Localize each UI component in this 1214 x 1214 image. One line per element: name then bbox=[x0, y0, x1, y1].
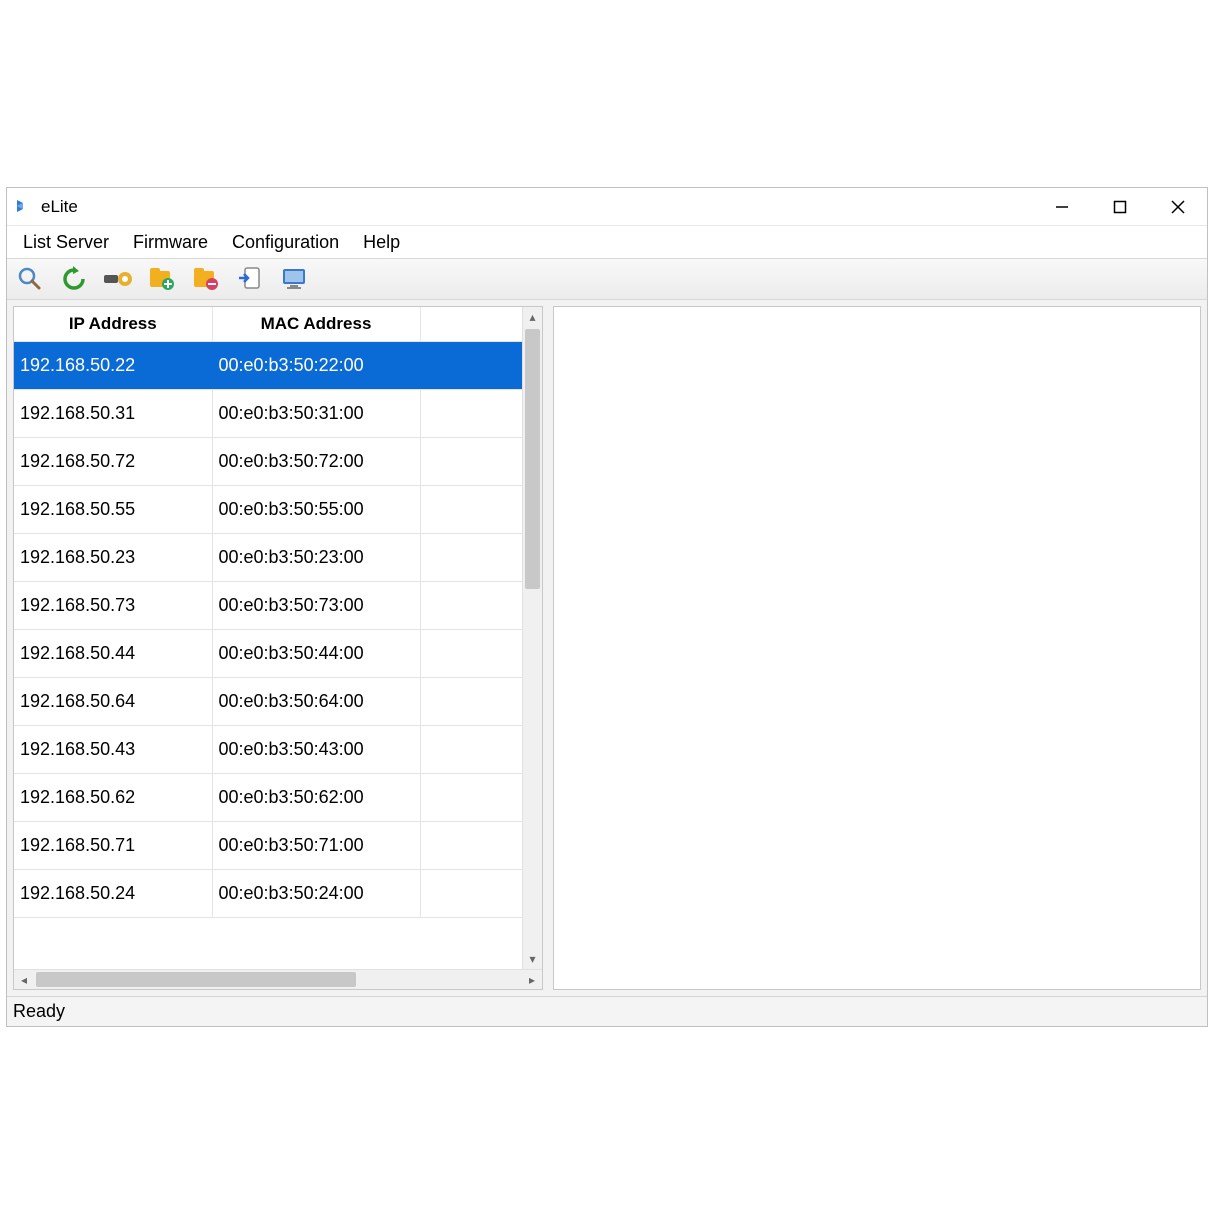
cell-ip: 192.168.50.71 bbox=[14, 821, 212, 869]
table-row[interactable]: 192.168.50.2200:e0:b3:50:22:00 bbox=[14, 341, 522, 389]
minimize-button[interactable] bbox=[1033, 188, 1091, 226]
titlebar: eLite bbox=[7, 188, 1207, 226]
cell-ip: 192.168.50.43 bbox=[14, 725, 212, 773]
menu-help[interactable]: Help bbox=[351, 228, 412, 257]
cell-ip: 192.168.50.23 bbox=[14, 533, 212, 581]
cell-blank bbox=[420, 533, 522, 581]
scroll-thumb-h[interactable] bbox=[36, 972, 356, 987]
cell-ip: 192.168.50.62 bbox=[14, 773, 212, 821]
cell-mac: 00:e0:b3:50:22:00 bbox=[212, 341, 420, 389]
menu-configuration[interactable]: Configuration bbox=[220, 228, 351, 257]
cell-blank bbox=[420, 629, 522, 677]
content-area: IP Address MAC Address 192.168.50.2200:e… bbox=[7, 300, 1207, 996]
scroll-thumb[interactable] bbox=[525, 329, 540, 589]
detail-panel bbox=[553, 306, 1201, 990]
col-header-ip[interactable]: IP Address bbox=[14, 307, 212, 341]
scroll-left-icon[interactable]: ◂ bbox=[14, 970, 34, 989]
cell-mac: 00:e0:b3:50:44:00 bbox=[212, 629, 420, 677]
horizontal-scrollbar[interactable]: ◂ ▸ bbox=[14, 969, 542, 989]
cell-mac: 00:e0:b3:50:64:00 bbox=[212, 677, 420, 725]
cell-ip: 192.168.50.22 bbox=[14, 341, 212, 389]
key-icon[interactable] bbox=[103, 264, 133, 294]
cell-blank bbox=[420, 677, 522, 725]
cell-blank bbox=[420, 773, 522, 821]
cell-blank bbox=[420, 341, 522, 389]
table-row[interactable]: 192.168.50.4400:e0:b3:50:44:00 bbox=[14, 629, 522, 677]
cell-ip: 192.168.50.24 bbox=[14, 869, 212, 917]
table-row[interactable]: 192.168.50.2300:e0:b3:50:23:00 bbox=[14, 533, 522, 581]
scroll-right-icon[interactable]: ▸ bbox=[522, 970, 542, 989]
scroll-up-icon[interactable]: ▴ bbox=[523, 307, 542, 327]
table-row[interactable]: 192.168.50.7100:e0:b3:50:71:00 bbox=[14, 821, 522, 869]
cell-mac: 00:e0:b3:50:31:00 bbox=[212, 389, 420, 437]
app-icon bbox=[13, 197, 33, 217]
cell-ip: 192.168.50.64 bbox=[14, 677, 212, 725]
cell-mac: 00:e0:b3:50:24:00 bbox=[212, 869, 420, 917]
menu-firmware[interactable]: Firmware bbox=[121, 228, 220, 257]
cell-blank bbox=[420, 581, 522, 629]
monitor-icon[interactable] bbox=[279, 264, 309, 294]
cell-mac: 00:e0:b3:50:23:00 bbox=[212, 533, 420, 581]
toolbar bbox=[7, 258, 1207, 300]
cell-ip: 192.168.50.55 bbox=[14, 485, 212, 533]
maximize-button[interactable] bbox=[1091, 188, 1149, 226]
cell-mac: 00:e0:b3:50:43:00 bbox=[212, 725, 420, 773]
window-controls bbox=[1033, 188, 1207, 226]
refresh-icon[interactable] bbox=[59, 264, 89, 294]
cell-mac: 00:e0:b3:50:72:00 bbox=[212, 437, 420, 485]
scroll-down-icon[interactable]: ▾ bbox=[523, 949, 542, 969]
table-row[interactable]: 192.168.50.2400:e0:b3:50:24:00 bbox=[14, 869, 522, 917]
statusbar: Ready bbox=[7, 996, 1207, 1026]
server-table: IP Address MAC Address 192.168.50.2200:e… bbox=[14, 307, 522, 918]
cell-blank bbox=[420, 389, 522, 437]
close-button[interactable] bbox=[1149, 188, 1207, 226]
col-header-blank[interactable] bbox=[420, 307, 522, 341]
cell-blank bbox=[420, 485, 522, 533]
menubar: List Server Firmware Configuration Help bbox=[7, 226, 1207, 258]
cell-ip: 192.168.50.72 bbox=[14, 437, 212, 485]
cell-mac: 00:e0:b3:50:73:00 bbox=[212, 581, 420, 629]
search-icon[interactable] bbox=[15, 264, 45, 294]
vertical-scrollbar[interactable]: ▴ ▾ bbox=[522, 307, 542, 969]
folder-add-icon[interactable] bbox=[147, 264, 177, 294]
cell-mac: 00:e0:b3:50:71:00 bbox=[212, 821, 420, 869]
table-row[interactable]: 192.168.50.7200:e0:b3:50:72:00 bbox=[14, 437, 522, 485]
table-row[interactable]: 192.168.50.3100:e0:b3:50:31:00 bbox=[14, 389, 522, 437]
server-list-panel: IP Address MAC Address 192.168.50.2200:e… bbox=[13, 306, 543, 990]
cell-ip: 192.168.50.44 bbox=[14, 629, 212, 677]
table-row[interactable]: 192.168.50.4300:e0:b3:50:43:00 bbox=[14, 725, 522, 773]
table-row[interactable]: 192.168.50.5500:e0:b3:50:55:00 bbox=[14, 485, 522, 533]
menu-list-server[interactable]: List Server bbox=[11, 228, 121, 257]
app-window: eLite List Server Firmware Configuration… bbox=[6, 187, 1208, 1027]
cell-ip: 192.168.50.31 bbox=[14, 389, 212, 437]
cell-blank bbox=[420, 869, 522, 917]
cell-ip: 192.168.50.73 bbox=[14, 581, 212, 629]
col-header-mac[interactable]: MAC Address bbox=[212, 307, 420, 341]
table-row[interactable]: 192.168.50.6400:e0:b3:50:64:00 bbox=[14, 677, 522, 725]
cell-blank bbox=[420, 821, 522, 869]
import-icon[interactable] bbox=[235, 264, 265, 294]
status-text: Ready bbox=[13, 1001, 65, 1022]
table-row[interactable]: 192.168.50.7300:e0:b3:50:73:00 bbox=[14, 581, 522, 629]
folder-remove-icon[interactable] bbox=[191, 264, 221, 294]
app-title: eLite bbox=[41, 197, 78, 217]
cell-mac: 00:e0:b3:50:62:00 bbox=[212, 773, 420, 821]
table-row[interactable]: 192.168.50.6200:e0:b3:50:62:00 bbox=[14, 773, 522, 821]
cell-blank bbox=[420, 437, 522, 485]
cell-mac: 00:e0:b3:50:55:00 bbox=[212, 485, 420, 533]
cell-blank bbox=[420, 725, 522, 773]
